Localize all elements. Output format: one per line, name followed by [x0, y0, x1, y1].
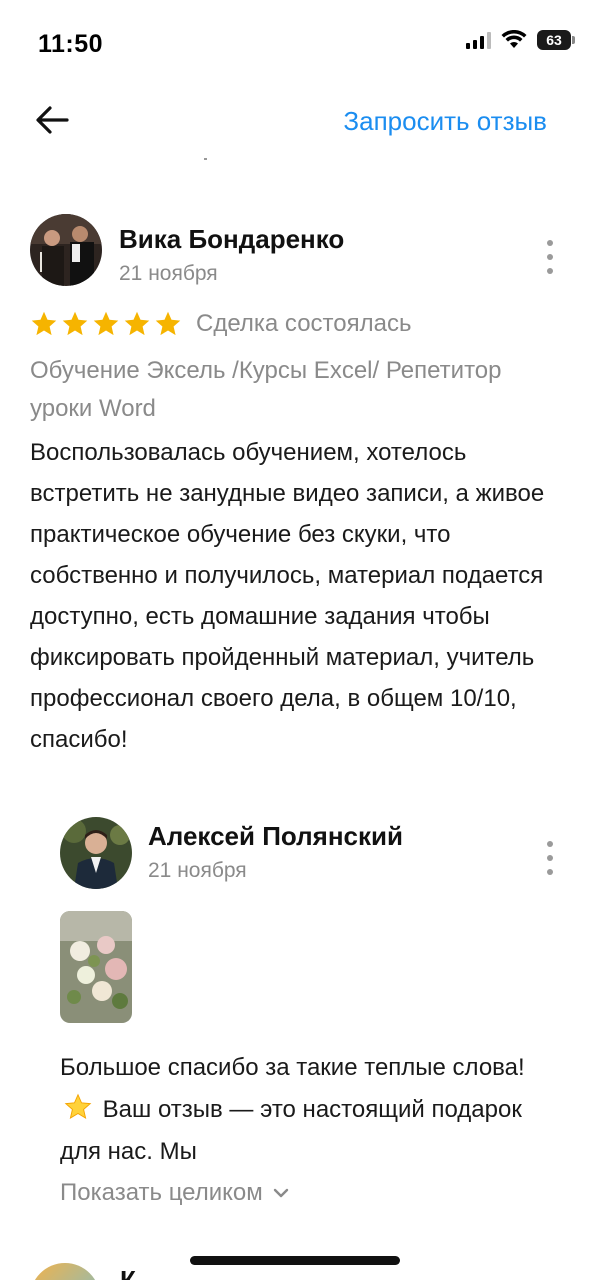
back-button[interactable]: [30, 98, 74, 142]
avatar[interactable]: [60, 817, 132, 889]
star-icon: [62, 311, 88, 336]
attached-photo[interactable]: [60, 911, 132, 1023]
review-text: Воспользовалась обучением, хотелось встр…: [30, 439, 545, 753]
wifi-icon: [501, 30, 527, 48]
more-options-button[interactable]: [540, 841, 560, 875]
show-full-label: Показать целиком: [60, 1179, 263, 1206]
reply-author-name[interactable]: Алексей Полянский: [148, 821, 403, 852]
status-icons: 63: [466, 30, 575, 50]
reply-text-part: Ваш отзыв — это настоящий подарок для на…: [60, 1096, 522, 1165]
arrow-left-icon: [36, 106, 69, 134]
request-review-button[interactable]: Запросить отзыв: [343, 106, 547, 137]
more-options-button[interactable]: [540, 240, 560, 274]
rating-row: Сделка состоялась: [30, 310, 411, 338]
status-bar: 11:50 63: [0, 0, 591, 90]
avatar[interactable]: [30, 1263, 100, 1280]
chevron-down-icon: [273, 1188, 288, 1198]
reply-text: Большое спасибо за такие теплые слова! В…: [60, 1047, 540, 1173]
show-full-button[interactable]: Показать целиком: [60, 1179, 289, 1207]
star-emoji-icon: [64, 1093, 92, 1120]
deal-status: Сделка состоялась: [196, 310, 412, 337]
star-icon: [124, 311, 150, 336]
service-name[interactable]: Обучение Эксель /Курсы Excel/ Репетитор …: [30, 352, 530, 428]
reply-text-part: Большое спасибо за такие теплые слова!: [60, 1054, 525, 1081]
battery-icon: 63: [537, 30, 575, 50]
star-icon: [155, 311, 181, 336]
review-date: 21 ноября: [119, 262, 218, 285]
status-time: 11:50: [38, 30, 104, 58]
author-name[interactable]: Вика Бондаренко: [119, 224, 344, 255]
star-rating: [30, 310, 182, 338]
nav-bar: Запросить отзыв: [0, 90, 591, 154]
author-name[interactable]: К: [120, 1265, 136, 1280]
divider: [204, 158, 207, 160]
signal-icon: [466, 31, 491, 49]
star-icon: [31, 311, 57, 336]
home-indicator[interactable]: [190, 1256, 400, 1265]
avatar[interactable]: [30, 214, 102, 286]
reply-date: 21 ноября: [148, 859, 247, 882]
star-icon: [93, 311, 119, 336]
